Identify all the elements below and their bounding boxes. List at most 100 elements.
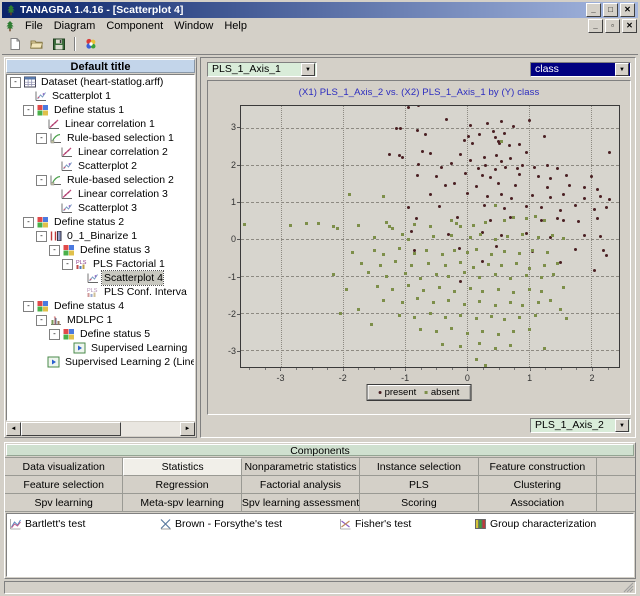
linear-correlation-icon <box>60 146 73 158</box>
component-category-feature-selection[interactable]: Feature selection <box>5 476 124 494</box>
tree-node[interactable]: - PLS PLS Factorial 1 <box>7 257 194 271</box>
tree-node-label: Define status 1 <box>54 104 125 116</box>
legend-label-absent: absent <box>430 387 460 398</box>
tree-node[interactable]: - 0_1_Binarize 1 <box>7 229 194 243</box>
scroll-thumb[interactable] <box>21 422 122 436</box>
tree-expander-icon[interactable]: - <box>36 314 47 326</box>
scatter-point-absent <box>543 218 547 222</box>
component-category-instance-selection[interactable]: Instance selection <box>360 458 479 476</box>
menu-item-help[interactable]: Help <box>219 19 253 33</box>
component-category-statistics[interactable]: Statistics <box>123 458 242 476</box>
resize-grip-icon[interactable] <box>622 581 634 593</box>
tree-node[interactable]: Linear correlation 3 <box>7 187 194 201</box>
child-close-button[interactable]: ✕ <box>622 18 637 33</box>
diagram-tree[interactable]: - Dataset (heart-statlog.arff) Scatterplot… <box>6 74 195 421</box>
component-category-clustering[interactable]: Clustering <box>478 476 597 494</box>
minimize-button[interactable]: _ <box>586 3 601 17</box>
tree-node[interactable]: - Define status 4 <box>7 299 194 313</box>
scatter-point-present <box>499 160 503 164</box>
component-category-spv-learning-assessment[interactable]: Spv learning assessment <box>241 494 361 512</box>
scatter-point-present <box>468 159 472 163</box>
tree-node[interactable]: PLS PLS Conf. Interva <box>7 285 194 299</box>
scatter-point-present <box>489 218 493 222</box>
scatter-point-absent <box>524 274 528 278</box>
chevron-down-icon[interactable]: ▼ <box>615 419 629 432</box>
tree-node[interactable]: Supervised Learning <box>7 341 194 355</box>
component-category-pls[interactable]: PLS <box>360 476 479 494</box>
close-button[interactable]: ✕ <box>620 3 635 17</box>
component-category-association[interactable]: Association <box>478 494 597 512</box>
menu-item-file[interactable]: File <box>20 19 49 33</box>
tree-node[interactable]: Supervised Learning 2 (Line <box>7 355 194 369</box>
tree-expander-icon[interactable]: - <box>23 216 34 228</box>
open-folder-icon[interactable] <box>27 35 47 53</box>
component-item[interactable]: Fisher's test <box>339 516 474 531</box>
x-axis-select[interactable]: PLS_1_Axis_1 ▼ <box>207 62 317 77</box>
component-item[interactable]: Group characterization <box>474 516 633 531</box>
component-category-spv-learning[interactable]: Spv learning <box>5 494 124 512</box>
chevron-down-icon[interactable]: ▼ <box>615 63 629 76</box>
tree-expander-icon[interactable]: - <box>36 230 47 242</box>
new-document-icon[interactable] <box>5 35 25 53</box>
tree-node[interactable]: - Define status 2 <box>7 215 194 229</box>
component-category-meta-spv-learning[interactable]: Meta-spv learning <box>123 494 242 512</box>
plot-canvas[interactable] <box>240 105 620 368</box>
tree-expander-icon[interactable]: - <box>23 104 34 116</box>
tree-node[interactable]: - Rule-based selection 1 <box>7 131 194 145</box>
tree-node[interactable]: Linear correlation 1 <box>7 117 194 131</box>
tree-expander-icon[interactable]: - <box>10 76 21 88</box>
y-axis-select[interactable]: PLS_1_Axis_2 ▼ <box>530 418 631 433</box>
floppy-save-icon[interactable] <box>49 35 69 53</box>
scatter-point-absent <box>450 219 454 223</box>
tree-node[interactable]: Scatterplot 1 <box>7 89 194 103</box>
component-category-regression[interactable]: Regression <box>123 476 242 494</box>
tree-node-label: PLS Conf. Interva <box>104 286 187 298</box>
tree-node[interactable]: - Define status 1 <box>7 103 194 117</box>
tree-expander-icon[interactable]: - <box>49 328 60 340</box>
colored-palette-icon[interactable] <box>81 35 101 53</box>
child-minimize-button[interactable]: _ <box>588 18 603 33</box>
tree-node[interactable]: Scatterplot 4 <box>7 270 194 286</box>
component-category-nonparametric-statistics[interactable]: Nonparametric statistics <box>241 458 361 476</box>
menu-item-diagram[interactable]: Diagram <box>49 19 102 33</box>
component-category-scoring[interactable]: Scoring <box>360 494 479 512</box>
component-item[interactable]: Brown - Forsythe's test <box>159 516 339 531</box>
toolbar <box>2 34 638 55</box>
scatter-point-present <box>428 193 432 197</box>
x-axis-minor-tick <box>482 368 484 370</box>
maximize-button[interactable]: □ <box>603 3 618 17</box>
scroll-track[interactable] <box>21 422 180 436</box>
scatter-point-present <box>509 157 513 161</box>
tree-node[interactable]: Linear correlation 2 <box>7 145 194 159</box>
scroll-right-icon[interactable]: ► <box>180 422 195 436</box>
tree-expander-icon[interactable]: - <box>36 132 47 144</box>
scroll-left-icon[interactable]: ◄ <box>6 422 21 436</box>
pls-conf-icon: PLS <box>86 286 99 298</box>
class-select[interactable]: class ▼ <box>530 62 631 77</box>
tree-expander-icon[interactable]: - <box>62 258 73 270</box>
tree-node[interactable]: - Define status 5 <box>7 327 194 341</box>
component-category-factorial-analysis[interactable]: Factorial analysis <box>241 476 361 494</box>
tree-node[interactable]: - Rule-based selection 2 <box>7 173 194 187</box>
tree-node[interactable]: - MDLPC 1 <box>7 313 194 327</box>
menu-item-window[interactable]: Window <box>169 19 219 33</box>
tree-node[interactable]: - Dataset (heart-statlog.arff) <box>7 75 194 89</box>
scatter-point-present <box>589 174 593 178</box>
component-item[interactable]: Bartlett's test <box>9 516 159 531</box>
grid-line-horizontal <box>241 276 619 278</box>
tree-expander-icon[interactable]: - <box>49 244 60 256</box>
window-title: TANAGRA 1.4.16 - [Scatterplot 4] <box>20 4 184 16</box>
tree-horizontal-scrollbar[interactable]: ◄ ► <box>6 422 195 436</box>
tree-expander-icon[interactable]: - <box>23 300 34 312</box>
child-restore-button[interactable]: ▫ <box>605 18 620 33</box>
component-category-feature-construction[interactable]: Feature construction <box>478 458 597 476</box>
menu-item-component[interactable]: Component <box>101 19 169 33</box>
component-category-data-visualization[interactable]: Data visualization <box>5 458 124 476</box>
tree-node[interactable]: Scatterplot 2 <box>7 159 194 173</box>
tree-expander-icon[interactable]: - <box>36 174 47 186</box>
tree-node[interactable]: Scatterplot 3 <box>7 201 194 215</box>
scatter-point-absent <box>515 261 519 265</box>
scatter-point-absent <box>499 139 503 143</box>
tree-node[interactable]: - Define status 3 <box>7 243 194 257</box>
chevron-down-icon[interactable]: ▼ <box>301 63 315 76</box>
